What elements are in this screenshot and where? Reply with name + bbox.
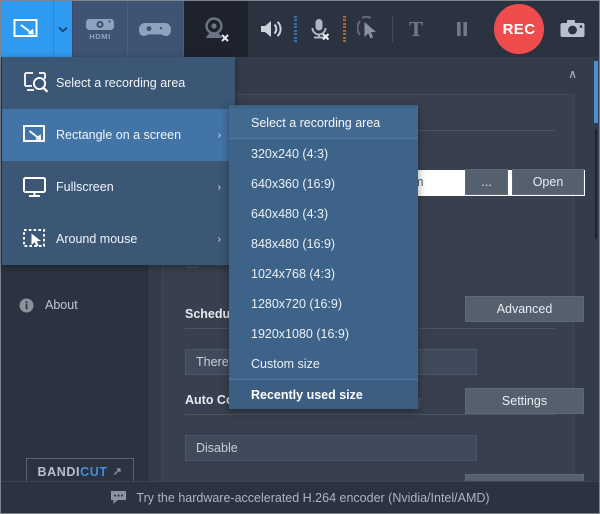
submenu-item-size[interactable]: 848x480 (16:9) [229,229,418,259]
camera-icon [559,18,587,40]
rectangle-area-icon [12,17,42,41]
scheduled-settings-button[interactable]: Settings [465,388,584,414]
hdmi-device-icon: HDMI [81,13,119,45]
webcam-disabled-icon [199,14,233,44]
submenu-item-size[interactable]: 1024x768 (4:3) [229,259,418,289]
webcam-overlay-toggle[interactable] [184,1,248,57]
submenu-item-size[interactable]: 640x480 (4:3) [229,199,418,229]
main-toolbar: HDMI T REC [1,1,599,57]
recording-mode-menu: Select a recording area Rectangle on a s… [2,57,235,265]
mode-dropdown-caret[interactable] [53,1,72,57]
auto-complete-rule [185,414,555,415]
menu-item-select-a-recording-area[interactable]: Select a recording area [2,57,235,109]
mouse-cursor-toggle[interactable] [346,1,392,57]
submenu-item-size[interactable]: 640x360 (16:9) [229,169,418,199]
external-link-arrow-icon: ↗ [112,466,123,478]
microphone-disabled-icon [307,16,333,42]
bandicut-brand-part1: BANDI [37,464,81,479]
menu-item-label: Around mouse [56,232,138,246]
advanced-button[interactable]: Advanced [465,296,584,322]
auto-complete-value-field[interactable]: Disable [185,435,477,461]
info-icon [19,298,34,313]
screen-recording-mode-button[interactable] [1,1,54,57]
text-icon: T [408,16,423,41]
speech-bubble-icon [110,490,127,505]
rec-label: REC [502,20,536,38]
game-recording-mode-button[interactable] [128,1,184,57]
chevron-right-icon: › [217,129,221,141]
monitor-icon [22,175,56,199]
submenu-item-recently-used-size[interactable]: Recently used size [229,379,418,409]
bandicut-brand-label: BANDICUT [38,465,108,479]
sidebar-item-about-label: About [45,298,78,312]
chevron-down-icon [58,26,68,33]
microphone-toggle[interactable] [297,1,343,57]
submenu-item-size[interactable]: 320x240 (4:3) [229,139,418,169]
record-button[interactable]: REC [491,1,547,57]
collapse-caret-icon[interactable]: ∧ [568,67,577,81]
bandicam-window: HDMI T REC About BANDICUT ↗ ∧ Scheduled … [0,0,600,514]
screenshot-button[interactable] [547,1,599,57]
select-area-icon [22,70,56,96]
recording-area-size-submenu: Select a recording area 320x240 (4:3) 64… [229,105,418,409]
menu-item-label: Rectangle on a screen [56,128,182,142]
submenu-item-custom-size[interactable]: Custom size [229,349,418,379]
device-recording-mode-button[interactable]: HDMI [71,1,128,57]
menu-item-rectangle-on-a-screen[interactable]: Rectangle on a screen › [2,109,235,161]
menu-item-fullscreen[interactable]: Fullscreen › [2,161,235,213]
pause-icon [454,20,470,38]
chevron-right-icon: › [217,181,221,193]
status-bar-message: Try the hardware-accelerated H.264 encod… [136,490,490,505]
menu-item-label: Fullscreen [56,180,114,194]
menu-item-around-mouse[interactable]: Around mouse › [2,213,235,265]
cursor-click-icon [357,16,381,42]
bandicut-brand-part2: CUT [80,464,108,479]
gamepad-icon [138,17,172,41]
vertical-scrollbar-thumb[interactable] [594,61,598,123]
status-bar: Try the hardware-accelerated H.264 encod… [1,481,599,513]
submenu-item-size[interactable]: 1920x1080 (16:9) [229,319,418,349]
text-overlay-toggle[interactable]: T [393,1,439,57]
sidebar-item-about[interactable]: About [1,287,147,323]
submenu-header[interactable]: Select a recording area [229,108,418,139]
open-folder-button[interactable]: Open [512,169,584,195]
around-mouse-icon [22,227,56,251]
chevron-right-icon: › [217,233,221,245]
pause-button[interactable] [439,1,485,57]
auto-complete-value: Disable [196,441,238,455]
menu-item-label: Select a recording area [56,76,186,90]
speaker-icon [258,17,284,41]
submenu-item-size[interactable]: 1280x720 (16:9) [229,289,418,319]
browse-button[interactable]: ... [465,169,508,195]
rectangle-area-icon [22,123,56,147]
toolbar-right-group: T REC [184,1,599,57]
speaker-toggle[interactable] [248,1,294,57]
svg-text:HDMI: HDMI [89,32,111,41]
scrollbar-shadow-line [595,129,597,239]
